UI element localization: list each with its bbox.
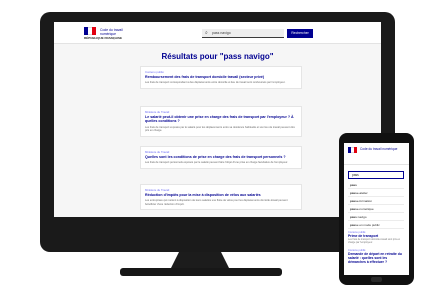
result-description: Les frais de transport correspondant à d…	[145, 81, 286, 85]
marianne-flag-icon	[84, 27, 96, 35]
result-title[interactable]: Quelles sont les conditions de prise en …	[145, 155, 297, 159]
result-source: Ministère du Travail	[145, 188, 170, 192]
result-card[interactable]: Ministère du Travail Réduction d'impôts …	[140, 184, 302, 211]
autocomplete-suggestion[interactable]: pass	[348, 181, 404, 189]
result-source: Contenu publié	[145, 70, 164, 74]
mobile-phone: Code du travail numérique pass pass pass…	[339, 133, 414, 285]
phone-result-card[interactable]: Contenu publié Prime de transport Les fr…	[348, 231, 404, 245]
phone-result-card[interactable]: Contenu publié Demande de départ en retr…	[348, 249, 404, 265]
phone-site-logo-text[interactable]: Code du travail numérique	[360, 147, 400, 151]
ministry-label: RÉPUBLIQUE FRANÇAISE	[84, 36, 123, 40]
result-card[interactable]: Ministère du Travail Le salarié peut-il …	[140, 106, 302, 137]
flag-red-stripe	[92, 27, 96, 35]
search-icon: ⌕	[205, 30, 208, 36]
flag-red-stripe	[354, 147, 357, 153]
result-title[interactable]: Demande de départ en retraite du salarié…	[348, 252, 404, 265]
result-title[interactable]: Réduction d'impôts pour la mise à dispos…	[145, 193, 297, 197]
result-card[interactable]: Contenu publié Remboursement des frais d…	[140, 66, 302, 89]
phone-home-button[interactable]	[371, 277, 382, 282]
autocomplete-suggestion[interactable]: passe en mode public	[348, 221, 404, 229]
result-title[interactable]: Le salarié peut-il obtenir une prise en …	[145, 115, 297, 124]
search-button[interactable]: Rechercher	[287, 29, 313, 38]
site-header: RÉPUBLIQUE FRANÇAISE Code du travail num…	[54, 22, 381, 44]
phone-search-input[interactable]: pass	[348, 171, 404, 179]
result-source: Ministère du Travail	[145, 150, 170, 154]
phone-header: Code du travail numérique	[344, 143, 409, 165]
monitor-stand-base	[120, 268, 282, 276]
result-title[interactable]: Remboursement des frais de transport dom…	[145, 75, 297, 79]
site-logo-text[interactable]: Code du travail numérique	[100, 28, 134, 36]
phone-screen: Code du travail numérique pass pass pass…	[344, 143, 409, 275]
page-title: Résultats pour "pass navigo"	[161, 52, 274, 61]
result-source: Ministère du Travail	[145, 110, 170, 114]
result-card[interactable]: Ministère du Travail Quelles sont les co…	[140, 146, 302, 169]
autocomplete-suggestion[interactable]: passe-numérique	[348, 205, 404, 213]
desktop-screen: RÉPUBLIQUE FRANÇAISE Code du travail num…	[54, 22, 381, 217]
result-description: Les entreprises qui mettent à dispositio…	[145, 199, 288, 206]
search-input-value: pass navigo	[212, 31, 231, 35]
autocomplete-suggestion[interactable]: passe-formation	[348, 197, 404, 205]
result-description: Les frais de transport personnels exposé…	[145, 161, 288, 165]
autocomplete-suggestion[interactable]: passe-atelier	[348, 189, 404, 197]
marianne-flag-icon	[348, 147, 357, 153]
autocomplete-suggestion[interactable]: pass navigo	[348, 213, 404, 221]
search-input[interactable]: ⌕ pass navigo	[202, 29, 284, 38]
result-description: Les frais de transport exposés par le sa…	[145, 125, 295, 133]
autocomplete-list: pass passe-atelier passe-formation passe…	[348, 181, 404, 229]
result-description: Les frais de transport domicile-travail …	[348, 238, 401, 245]
